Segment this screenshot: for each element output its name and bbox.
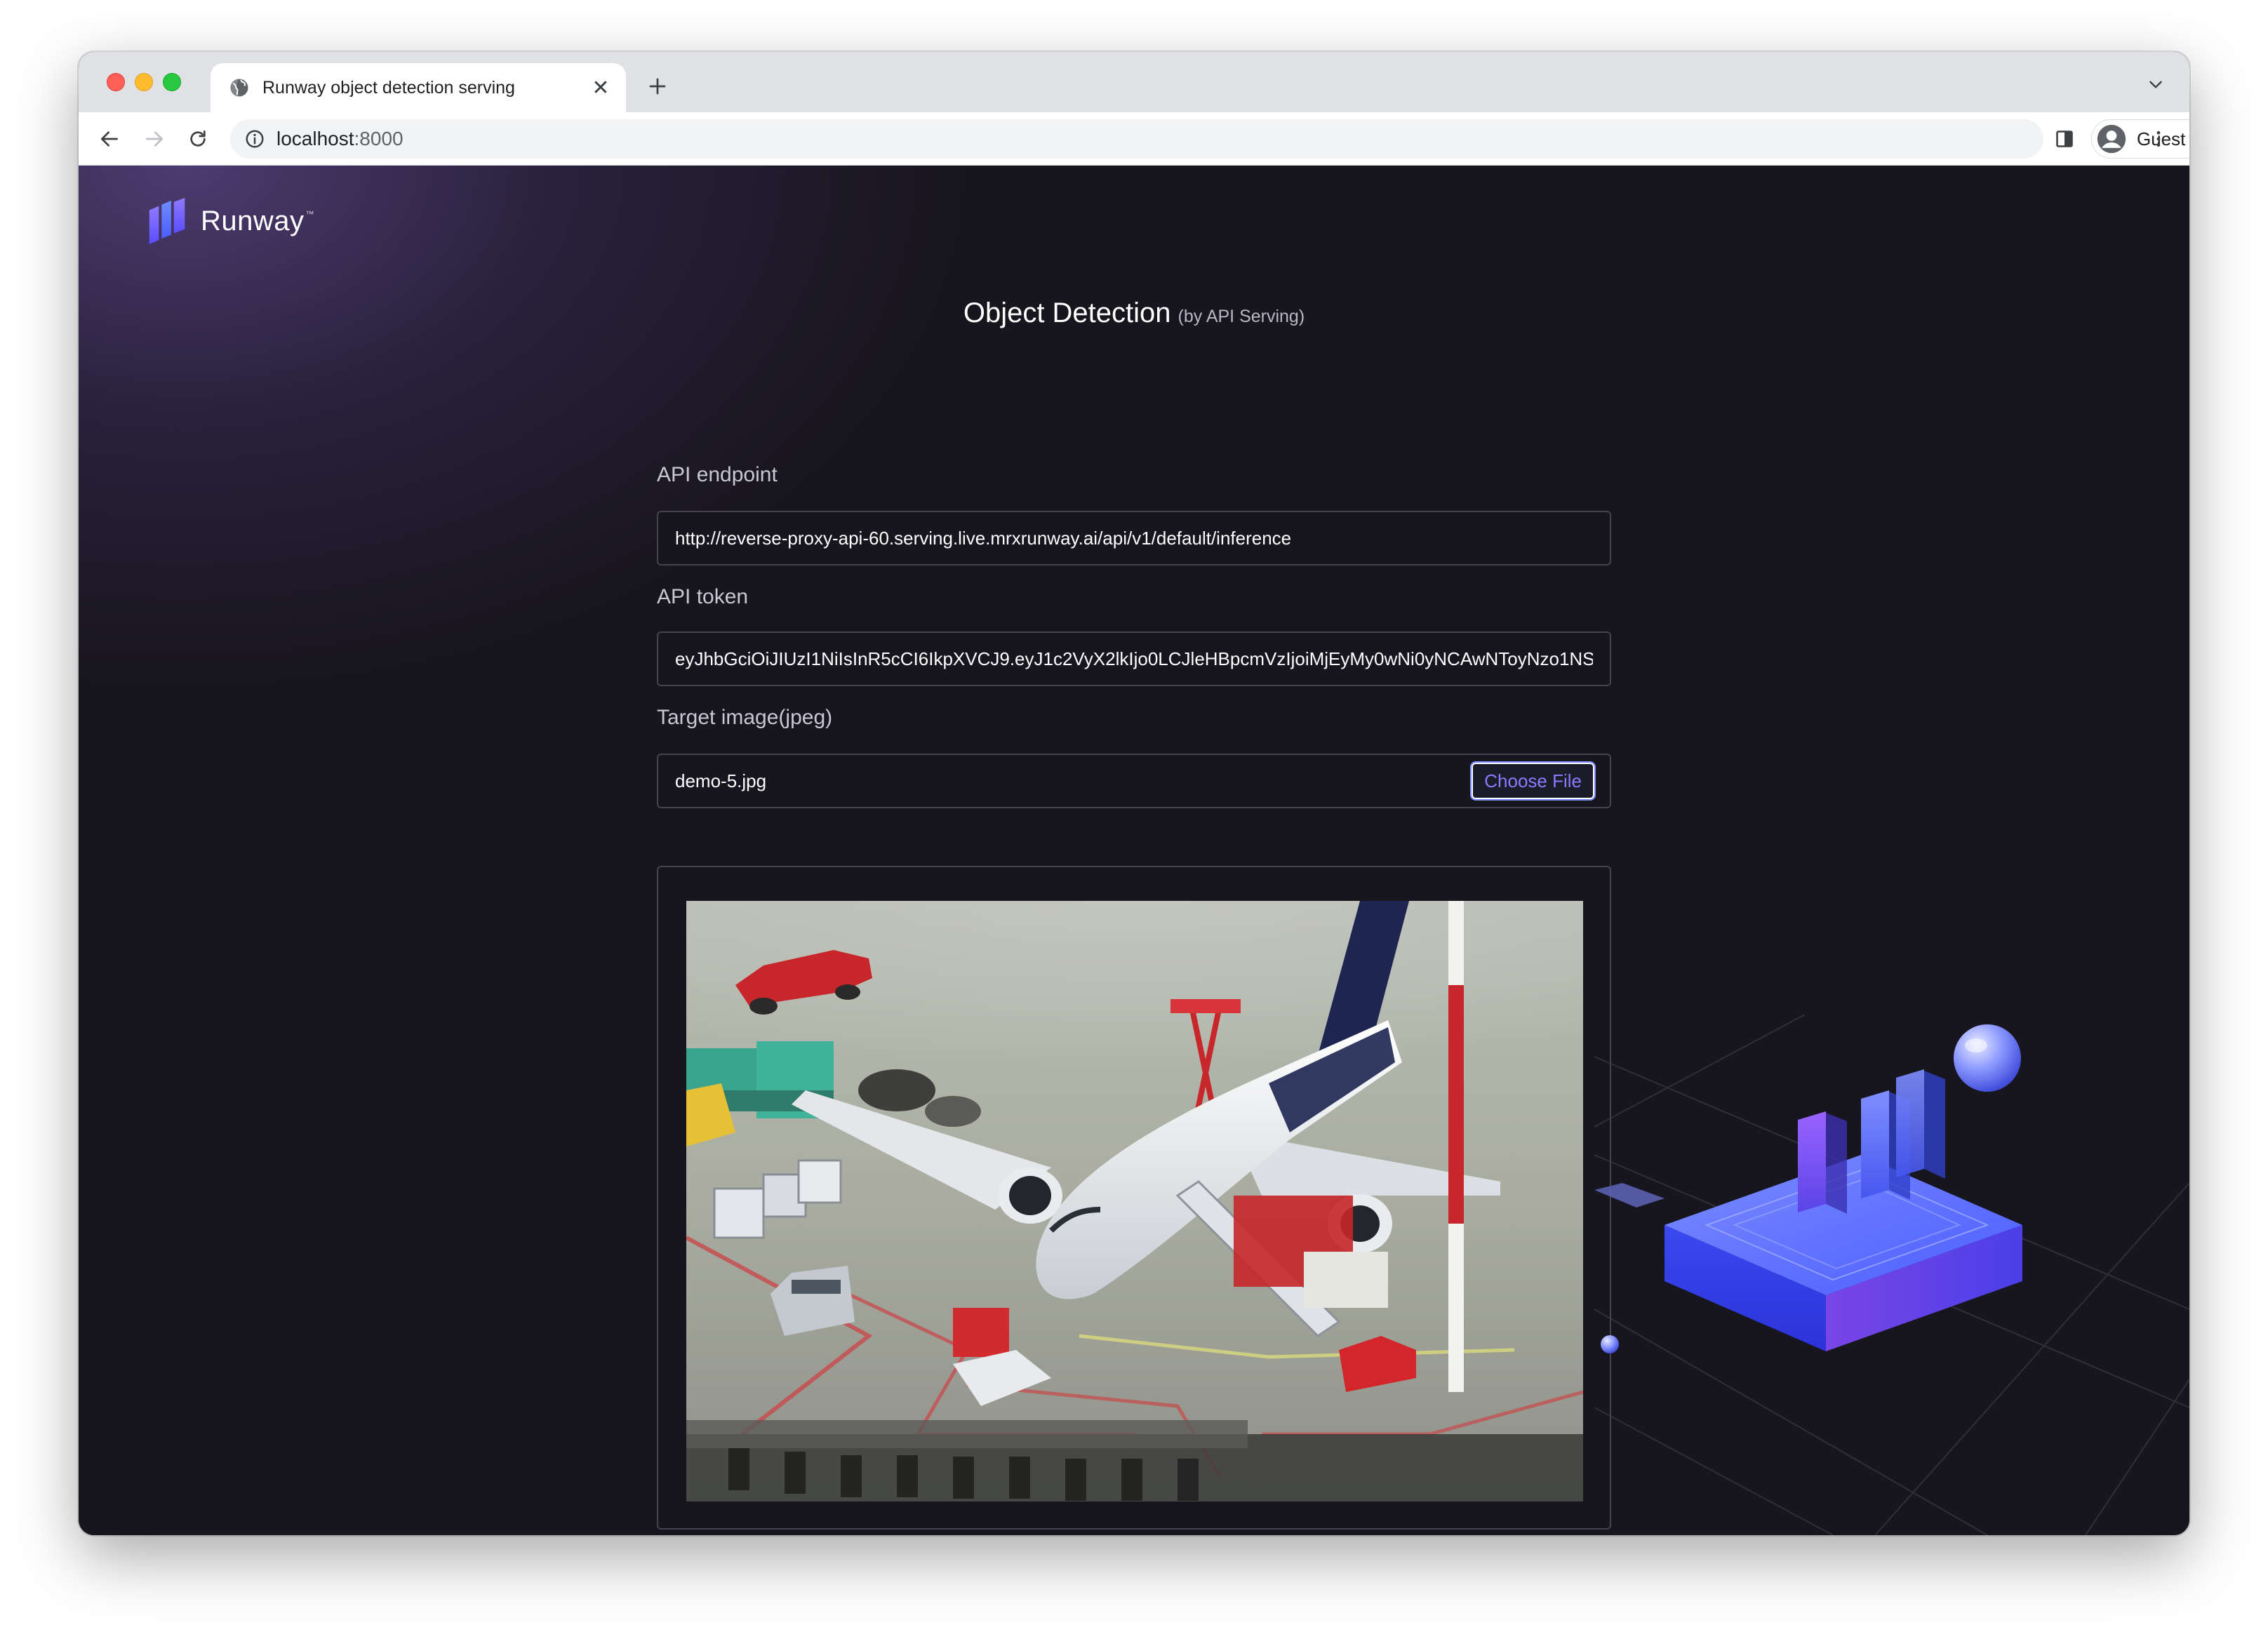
url-port: :8000 bbox=[354, 128, 403, 149]
tab-strip: Runway object detection serving ✕ bbox=[79, 52, 2189, 112]
browser-window: Runway object detection serving ✕ localh… bbox=[79, 52, 2189, 1535]
isometric-illustration bbox=[1594, 1015, 2189, 1535]
plus-icon[interactable] bbox=[640, 69, 675, 104]
close-window-button[interactable] bbox=[107, 73, 125, 91]
info-icon[interactable] bbox=[244, 128, 265, 149]
url-host: localhost bbox=[276, 128, 354, 149]
reload-icon[interactable] bbox=[181, 122, 215, 156]
avatar-icon bbox=[2097, 124, 2126, 154]
page-content: Runway ™ Object Detection (by API Serving… bbox=[79, 166, 2189, 1535]
file-name: demo-5.jpg bbox=[675, 770, 767, 791]
image-preview-panel bbox=[657, 866, 1611, 1530]
image-field[interactable]: demo-5.jpg Choose File bbox=[657, 754, 1611, 808]
page-title-main: Object Detection bbox=[963, 297, 1171, 328]
arrow-right-icon[interactable] bbox=[138, 122, 171, 156]
endpoint-label: API endpoint bbox=[657, 463, 778, 486]
token-input[interactable] bbox=[675, 648, 1593, 670]
endpoint-input[interactable] bbox=[675, 527, 1593, 549]
logo-trademark: ™ bbox=[305, 209, 314, 219]
browser-toolbar: localhost:8000 Guest bbox=[79, 112, 2189, 166]
tab-title: Runway object detection serving bbox=[262, 77, 515, 98]
active-tab[interactable]: Runway object detection serving ✕ bbox=[211, 63, 626, 112]
globe-icon bbox=[230, 79, 248, 97]
runway-logo-icon bbox=[149, 197, 185, 245]
zoom-window-button[interactable] bbox=[163, 73, 181, 91]
endpoint-field[interactable] bbox=[657, 511, 1611, 566]
url-text: localhost:8000 bbox=[276, 128, 403, 150]
chevron-down-icon[interactable] bbox=[2142, 70, 2170, 98]
token-field[interactable] bbox=[657, 631, 1611, 686]
side-panel-icon[interactable] bbox=[2049, 123, 2080, 154]
kebab-icon[interactable] bbox=[2142, 122, 2175, 156]
preview-image bbox=[686, 901, 1583, 1501]
runway-logo[interactable]: Runway ™ bbox=[146, 196, 314, 246]
close-icon[interactable]: ✕ bbox=[589, 76, 612, 100]
image-label: Target image(jpeg) bbox=[657, 706, 833, 729]
address-bar[interactable]: localhost:8000 bbox=[230, 119, 2043, 159]
page-title-sub: (by API Serving) bbox=[1178, 307, 1305, 326]
token-label: API token bbox=[657, 585, 749, 608]
logo-text: Runway bbox=[201, 205, 305, 236]
minimize-window-button[interactable] bbox=[135, 73, 153, 91]
choose-file-button[interactable]: Choose File bbox=[1470, 761, 1596, 801]
arrow-left-icon[interactable] bbox=[93, 122, 126, 156]
page-title: Object Detection (by API Serving) bbox=[79, 297, 2189, 329]
